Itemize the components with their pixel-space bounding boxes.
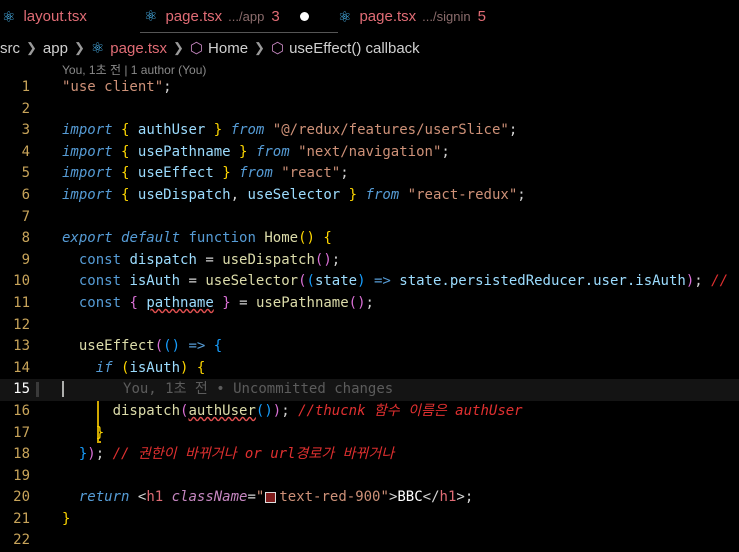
code-line: 19	[0, 466, 739, 488]
code-line: 17 }	[0, 423, 739, 445]
code-line: 9 const dispatch = useDispatch();	[0, 250, 739, 272]
code-line: 4 import { usePathname } from "next/navig…	[0, 142, 739, 164]
line-number: 21	[13, 510, 30, 527]
line-number: 17	[13, 424, 30, 441]
code-line-current[interactable]: 15 You, 1초 전 • Uncommitted changes	[0, 379, 739, 401]
line-number: 16	[13, 402, 30, 419]
code-line: 7	[0, 207, 739, 229]
code-line: 14 if (isAuth) {	[0, 358, 739, 380]
line-number: 7	[21, 208, 30, 225]
chevron-right-icon: ❯	[254, 40, 265, 55]
line-number: 20	[13, 489, 30, 506]
inline-blame: You, 1초 전 • Uncommitted changes	[123, 381, 394, 398]
react-icon: ⚛	[338, 8, 352, 26]
line-number: 10	[13, 273, 30, 290]
method-cube-icon: ⬡	[270, 40, 285, 57]
tab-filename: layout.tsx	[23, 8, 87, 25]
text-cursor	[62, 381, 64, 398]
breadcrumb-file[interactable]: page.tsx	[110, 40, 167, 57]
line-number: 15	[13, 381, 30, 398]
code-line: 11 const { pathname } = usePathname();	[0, 293, 739, 315]
codelens-author[interactable]: You, 1초 전 | 1 author (You)	[62, 61, 206, 78]
line-number: 12	[13, 316, 30, 333]
tab-directory: .../app	[228, 8, 265, 24]
breadcrumb-src[interactable]: src	[0, 40, 20, 57]
line-number: 18	[13, 446, 30, 463]
tab-problem-count: 3	[271, 7, 280, 25]
code-line: 21}	[0, 509, 739, 531]
line-number: 6	[21, 186, 30, 203]
tab-page-tsx-app[interactable]: ⚛ page.tsx .../app 3	[140, 0, 338, 33]
code-editor[interactable]: 1 "use client"; 2 3 import { authUser } fr…	[0, 77, 739, 552]
breadcrumb-symbol-callback[interactable]: useEffect() callback	[289, 40, 420, 57]
breadcrumb-symbol-home[interactable]: Home	[208, 40, 248, 57]
tab-problem-count: 5	[477, 8, 486, 25]
line-number: 4	[21, 143, 30, 160]
line-number: 19	[13, 467, 30, 484]
unsaved-dot-icon[interactable]	[299, 11, 309, 21]
code-line: 10 const isAuth = useSelector((state) =>…	[0, 271, 739, 293]
react-icon: ⚛	[90, 40, 105, 57]
color-swatch-icon[interactable]	[265, 491, 277, 503]
tab-page-tsx-signin[interactable]: ⚛ page.tsx .../signin 5	[338, 0, 486, 33]
code-line: 22	[0, 530, 739, 552]
chevron-right-icon: ❯	[173, 40, 184, 55]
code-line: 1 "use client";	[0, 77, 739, 99]
chevron-right-icon: ❯	[73, 40, 85, 55]
line-number: 11	[13, 294, 30, 311]
chevron-right-icon: ❯	[26, 40, 37, 55]
line-number: 13	[13, 338, 30, 355]
code-line: 12	[0, 315, 739, 337]
code-line: 3 import { authUser } from "@/redux/featu…	[0, 120, 739, 142]
code-line: 16 dispatch(authUser()); //thucnk 함수 이름은…	[0, 401, 739, 423]
tab-filename: page.tsx	[165, 7, 223, 25]
breadcrumb: src ❯ app ❯ ⚛ page.tsx ❯ ⬡ Home ❯ ⬡ useE…	[0, 36, 739, 60]
line-number: 22	[13, 532, 30, 549]
code-line: 13 useEffect(() => {	[0, 336, 739, 358]
git-change-marker[interactable]	[36, 382, 39, 398]
code-line: 20 return <h1 className=" text-red-900">B…	[0, 487, 739, 509]
editor-tab-bar: ⚛ layout.tsx ⚛ page.tsx .../app 3 ⚛ page…	[0, 0, 739, 33]
code-line: 18 }); // 권한이 바뀌거나 or url경로가 바뀌거나	[0, 444, 739, 466]
line-number: 1	[21, 79, 30, 95]
line-number: 14	[13, 359, 30, 376]
breadcrumb-app[interactable]: app	[43, 40, 68, 57]
react-icon: ⚛	[144, 8, 158, 25]
line-number: 8	[21, 230, 30, 247]
method-cube-icon: ⬡	[189, 40, 204, 57]
code-line: 6 import { useDispatch, useSelector } fro…	[0, 185, 739, 207]
line-number: 3	[21, 122, 30, 139]
code-line: 5 import { useEffect } from "react";	[0, 163, 739, 185]
react-icon: ⚛	[2, 8, 16, 26]
code-line: 8 export default function Home() {	[0, 228, 739, 250]
tab-filename: page.tsx	[359, 8, 417, 25]
code-line: 2	[0, 99, 739, 121]
line-number: 5	[21, 165, 30, 182]
tab-layout-tsx[interactable]: ⚛ layout.tsx	[0, 0, 140, 33]
tab-directory: .../signin	[422, 9, 471, 24]
line-number: 9	[21, 251, 30, 268]
line-number: 2	[21, 100, 30, 117]
